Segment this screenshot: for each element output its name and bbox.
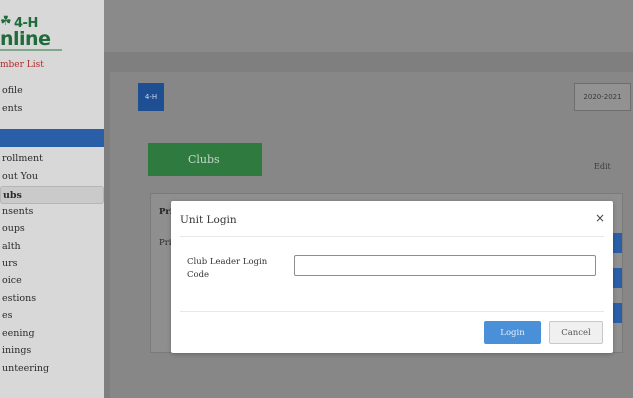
member-list-link[interactable]: mber List: [0, 60, 44, 70]
club-leader-login-code-label: Club Leader Login Code: [187, 257, 268, 280]
sidebar-item-files[interactable]: es: [0, 307, 104, 325]
cancel-button[interactable]: Cancel: [549, 321, 603, 344]
unit-login-modal: Unit Login × Club Leader Login Code Logi…: [171, 201, 613, 353]
sidebar-item-invoice[interactable]: oice: [0, 272, 104, 290]
sidebar-item-hours[interactable]: urs: [0, 255, 104, 273]
sidebar-item-groups[interactable]: oups: [0, 220, 104, 238]
club-leader-login-code-input[interactable]: [294, 255, 596, 276]
top-bar: [104, 0, 633, 52]
sidebar-item-parents[interactable]: ents: [0, 100, 104, 118]
modal-header-divider: [180, 236, 604, 237]
card-action-button-3[interactable]: [612, 303, 622, 323]
modal-title: Unit Login: [180, 214, 237, 226]
modal-footer-divider: [180, 311, 604, 312]
year-selector[interactable]: 2020-2021: [574, 83, 631, 111]
card-row-text: Pri: [159, 238, 172, 248]
sidebar-item-profile[interactable]: ofile: [0, 82, 104, 100]
sidebar-item-clubs[interactable]: ubs: [0, 186, 104, 204]
sidebar-item-consents[interactable]: nsents: [0, 203, 104, 221]
sidebar-item-questions[interactable]: estions: [0, 290, 104, 308]
4h-online-logo[interactable]: ☘ 4-H nline: [0, 4, 104, 51]
sidebar-item-screening[interactable]: eening: [0, 325, 104, 343]
sidebar-item-active[interactable]: [0, 129, 104, 147]
sidebar-item-enrollment[interactable]: rollment: [0, 150, 104, 168]
sidebar: ☘ 4-H nline mber List ofile ents rollmen…: [0, 0, 104, 398]
close-icon[interactable]: ×: [595, 211, 605, 225]
clubs-tab[interactable]: Clubs: [148, 143, 262, 176]
sidebar-item-volunteering[interactable]: unteering: [0, 360, 104, 378]
card-action-button-2[interactable]: [612, 268, 622, 288]
logo-underline: [0, 49, 62, 51]
edit-link[interactable]: Edit: [594, 162, 611, 171]
card-action-button-1[interactable]: [612, 233, 622, 253]
login-button[interactable]: Login: [484, 321, 541, 344]
sidebar-item-trainings[interactable]: inings: [0, 342, 104, 360]
sidebar-item-about-you[interactable]: out You: [0, 168, 104, 186]
sidebar-item-health[interactable]: alth: [0, 238, 104, 256]
unit-button[interactable]: 4-H: [138, 83, 164, 111]
logo-text-online: nline: [0, 28, 51, 50]
clover-icon: ☘: [0, 14, 12, 29]
